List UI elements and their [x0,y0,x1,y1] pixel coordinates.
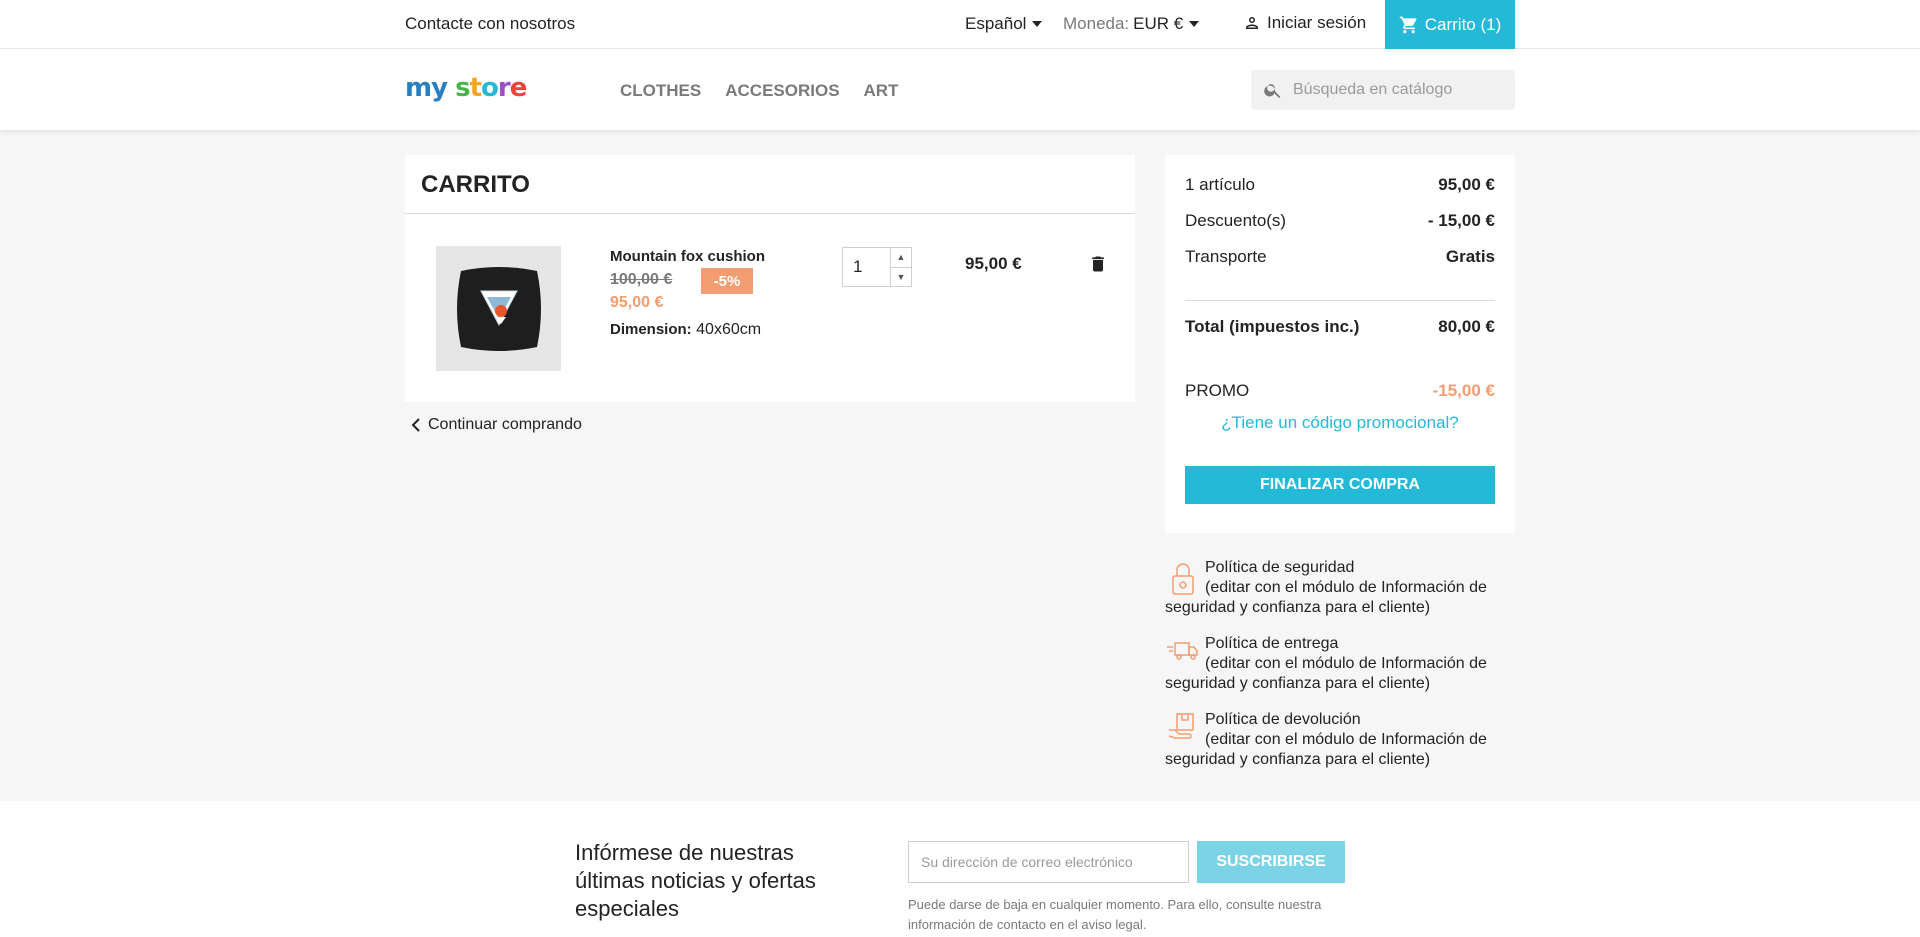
cart-panel: CARRITO Mountain fox cushion 100,00 € -5… [405,155,1135,402]
regular-price: 100,00 € [610,271,673,288]
attribute-value: 40x60cm [696,321,762,338]
currency-selector[interactable]: Moneda: EUR € [1063,14,1200,34]
main-header: my store CLOTHES ACCESORIOS ART [0,49,1920,130]
total-label: Total (impuestos inc.) [1185,317,1360,336]
trash-icon [1092,256,1104,272]
cart-button[interactable]: Carrito (1) [1385,0,1515,49]
summary-items-row: 1 artículo 95,00 € [1185,175,1495,195]
promo-value: -15,00 € [1432,381,1495,400]
divider [1185,300,1495,301]
newsletter-email-field[interactable] [908,841,1189,883]
nav-item-accesorios[interactable]: ACCESORIOS [725,81,839,101]
product-price: 95,00 € [610,294,664,311]
reassurance-text: (editar con el módulo de Información de … [1165,731,1487,768]
user-icon [1246,17,1258,29]
contact-link[interactable]: Contacte con nosotros [405,14,575,34]
language-selector[interactable]: Español [965,14,1043,34]
newsletter-section: Infórmese de nuestras últimas noticias y… [0,801,1920,937]
promo-label: PROMO [1185,381,1250,400]
newsletter-note: Puede darse de baja en cualquier momento… [908,897,1322,932]
promo-row: PROMO -15,00 € [1185,381,1495,401]
caret-down-icon [1032,21,1043,27]
cart-label: Carrito (1) [1424,14,1502,34]
chevron-up-icon[interactable]: ▲ [891,248,911,268]
currency-label: Moneda: [1063,14,1130,33]
top-bar: Contacte con nosotros Español Moneda: EU… [0,0,1920,49]
newsletter-title: Infórmese de nuestras últimas noticias y… [575,840,816,921]
nav-item-clothes[interactable]: CLOTHES [620,81,701,101]
quantity-stepper: ▲ ▼ [842,247,912,287]
discount-badge: -5% [701,268,753,294]
signin-link[interactable]: Iniciar sesión [1243,13,1366,33]
checkout-button[interactable]: FINALIZAR COMPRA [1185,466,1495,504]
language-label: Español [965,14,1027,33]
reassurance-title: Política de seguridad [1205,559,1355,576]
promo-code-link[interactable]: ¿Tiene un código promocional? [1185,413,1495,433]
shipping-value: Gratis [1445,247,1495,266]
summary-total-row: Total (impuestos inc.) 80,00 € [1185,317,1495,337]
line-total: 95,00 € [965,254,1022,273]
cushion-image [456,266,541,351]
attribute-label: Dimension: [610,321,692,338]
summary-discount-row: Descuento(s) - 15,00 € [1185,211,1495,231]
continue-shopping-link[interactable]: Continuar comprando [410,416,582,434]
items-value: 95,00 € [1438,175,1495,194]
search-box [1251,70,1515,110]
product-image[interactable] [436,246,561,371]
continue-label: Continuar comprando [428,416,582,433]
chevron-down-icon[interactable]: ▼ [891,268,911,287]
reassurance-text: (editar con el módulo de Información de … [1165,579,1487,616]
chevron-left-icon [411,418,420,432]
caret-down-icon [1189,21,1200,27]
reassurance-security: Política de seguridad (editar con el mód… [1165,558,1515,618]
reassurance-title: Política de devolución [1205,711,1361,728]
cart-title: CARRITO [421,171,530,198]
subscribe-button[interactable]: SUSCRIBIRSE [1197,841,1345,883]
cart-summary: 1 artículo 95,00 € Descuento(s) - 15,00 … [1165,155,1515,533]
total-value: 80,00 € [1438,317,1495,336]
product-attribute: Dimension: 40x60cm [610,321,761,339]
shopping-cart-icon [1399,16,1417,33]
reassurance-title: Política de entrega [1205,635,1339,652]
discount-value: - 15,00 € [1427,211,1495,230]
return-box-icon [1168,713,1194,739]
reassurance-return: Política de devolución (editar con el mó… [1165,710,1515,770]
summary-shipping-row: Transporte Gratis [1185,247,1495,267]
store-logo[interactable]: my store [405,73,527,103]
signin-label: Iniciar sesión [1267,13,1367,32]
delete-item-button[interactable] [1088,253,1108,280]
main-nav: CLOTHES ACCESORIOS ART [620,81,898,101]
items-label: 1 artículo [1185,175,1255,194]
reassurance-delivery: Política de entrega (editar con el módul… [1165,634,1515,694]
shipping-label: Transporte [1185,247,1267,266]
search-icon[interactable] [1263,80,1283,100]
reassurance-text: (editar con el módulo de Información de … [1165,655,1487,692]
nav-item-art[interactable]: ART [864,81,899,101]
quantity-input[interactable] [843,248,891,286]
search-input[interactable] [1293,81,1493,99]
product-name[interactable]: Mountain fox cushion [610,248,765,265]
currency-value: EUR € [1133,14,1184,33]
lock-icon [1172,563,1194,595]
delivery-truck-icon [1167,642,1198,660]
divider [405,213,1135,214]
discount-label: Descuento(s) [1185,211,1287,230]
